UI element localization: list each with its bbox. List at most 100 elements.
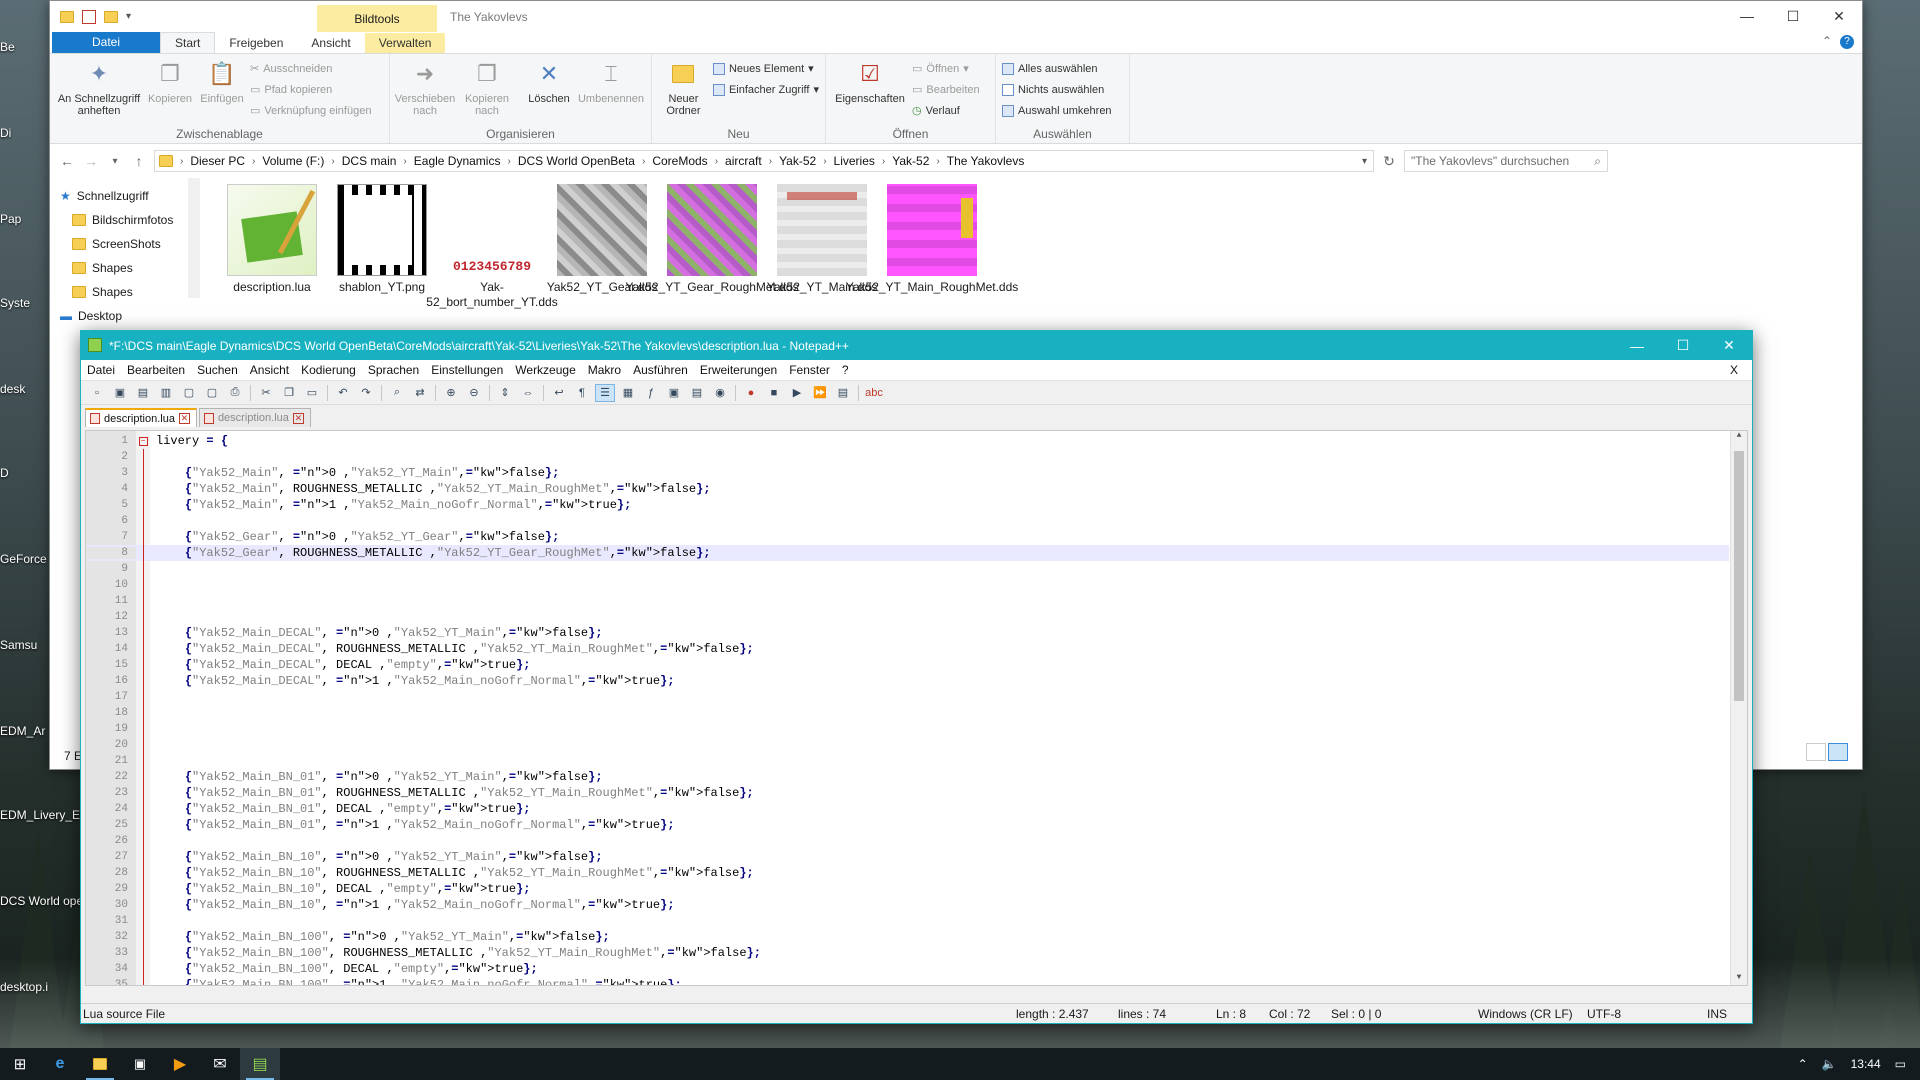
open-button[interactable]: ▭ Öffnen ▾	[912, 60, 980, 77]
notification-icon[interactable]: ▭	[1895, 1057, 1906, 1071]
menu-item[interactable]: Ausführen	[627, 363, 694, 377]
help-icon[interactable]: ?	[1840, 35, 1854, 49]
new-file-icon[interactable]: ▫	[87, 384, 107, 402]
volume-icon[interactable]: 🔈	[1822, 1057, 1837, 1071]
edit-button[interactable]: ▭ Bearbeiten	[912, 81, 980, 98]
fold-marker[interactable]: −	[136, 436, 150, 446]
large-icons-view-icon[interactable]	[1828, 743, 1848, 761]
new-item-button[interactable]: Neues Element ▾	[712, 60, 819, 77]
breadcrumb-chevron-icon[interactable]: ›	[933, 156, 942, 167]
chevron-down-icon[interactable]: ▾	[1362, 156, 1367, 167]
clock[interactable]: 13:44	[1851, 1057, 1881, 1071]
breadcrumb-chevron-icon[interactable]: ›	[712, 156, 721, 167]
copy-icon[interactable]: ❐	[279, 384, 299, 402]
doc-map-icon[interactable]: ▦	[618, 384, 638, 402]
taskbar-store[interactable]: ▣	[120, 1048, 160, 1080]
ribbon-tab[interactable]: Datei	[52, 32, 160, 53]
select-all-button[interactable]: Alles auswählen	[1002, 60, 1112, 77]
close-tab-icon[interactable]: ✕	[178, 413, 190, 424]
menu-item[interactable]: Suchen	[191, 363, 244, 377]
details-view-icon[interactable]	[1806, 743, 1826, 761]
new-folder-icon[interactable]	[104, 10, 118, 23]
scroll-up-icon[interactable]: ▲	[1731, 431, 1747, 443]
up-arrow-icon[interactable]: ↑	[130, 153, 148, 169]
recent-locations-icon[interactable]: ▾	[106, 156, 124, 167]
nav-item[interactable]: ScreenShots	[50, 232, 200, 256]
menu-item[interactable]: Fenster	[783, 363, 836, 377]
close-button[interactable]: ✕	[1706, 331, 1752, 360]
file-item[interactable]: shablon_YT.png	[328, 184, 436, 295]
tray-expand-icon[interactable]: ⌃	[1798, 1057, 1808, 1071]
easy-access-button[interactable]: Einfacher Zugriff ▾	[712, 81, 819, 98]
stop-macro-icon[interactable]: ■	[764, 384, 784, 402]
select-none-button[interactable]: Nichts auswählen	[1002, 81, 1112, 98]
collapse-ribbon-icon[interactable]: ⌃	[1822, 34, 1832, 48]
word-wrap-icon[interactable]: ↩	[549, 384, 569, 402]
ribbon-tab[interactable]: Verwalten	[364, 33, 446, 53]
desktop-icon-label[interactable]: GeForce	[0, 552, 47, 566]
address-bar[interactable]: › Dieser PC › Volume (F:) › DCS main › Eagle Dy…	[154, 150, 1374, 172]
desktop-icon-label[interactable]: Samsu	[0, 638, 37, 652]
menu-item[interactable]: Ansicht	[244, 363, 295, 377]
monitor-icon[interactable]: ◉	[710, 384, 730, 402]
desktop-icon-label[interactable]: desktop.i	[0, 980, 48, 994]
taskbar-mail[interactable]: ✉	[200, 1048, 240, 1080]
minimize-button[interactable]: —	[1614, 331, 1660, 360]
nav-item[interactable]: Shapes	[50, 256, 200, 280]
close-icon[interactable]: ▢	[179, 384, 199, 402]
breadcrumb-chevron-icon[interactable]: ›	[249, 156, 258, 167]
desktop-icon-label[interactable]: EDM_Ar	[0, 724, 45, 738]
refresh-icon[interactable]: ↻	[1380, 153, 1398, 170]
breadcrumb-chevron-icon[interactable]: ›	[504, 156, 513, 167]
ribbon-tab[interactable]: Start	[160, 32, 216, 53]
desktop-icon-label[interactable]: D	[0, 466, 9, 480]
function-list-icon[interactable]: ƒ	[641, 384, 661, 402]
minimize-button[interactable]: —	[1724, 1, 1770, 31]
close-button[interactable]: ✕	[1816, 1, 1862, 31]
search-icon[interactable]: ⌕	[1594, 154, 1601, 169]
breadcrumb-item[interactable]: Yak-52	[775, 154, 820, 168]
nav-item[interactable]: Shapes	[50, 280, 200, 304]
start-button[interactable]: ⊞	[0, 1048, 40, 1080]
save-all-icon[interactable]: ▥	[156, 384, 176, 402]
chevron-down-icon[interactable]: ▾	[126, 11, 131, 22]
scrollbar-thumb[interactable]	[1734, 451, 1744, 701]
close-all-icon[interactable]: ▢	[202, 384, 222, 402]
close-tab-icon[interactable]: ✕	[292, 412, 304, 424]
breadcrumb-item[interactable]: Dieser PC	[186, 154, 249, 168]
show-all-chars-icon[interactable]: ¶	[572, 384, 592, 402]
properties-icon[interactable]	[82, 9, 96, 24]
file-item[interactable]: Yak52_YT_Gear.dds	[547, 184, 657, 295]
taskbar-media[interactable]: ▶	[160, 1048, 200, 1080]
code-editor[interactable]: 1− livery = {2 3 {"Yak52_Main", ="n">0 ,"Y…	[85, 430, 1748, 986]
print-icon[interactable]: ⎙	[225, 384, 245, 402]
desktop-icon-label[interactable]: desk	[0, 382, 25, 396]
breadcrumb-item[interactable]: CoreMods	[648, 154, 711, 168]
menu-item[interactable]: Sprachen	[362, 363, 425, 377]
document-tab[interactable]: description.lua ✕	[85, 408, 197, 427]
breadcrumb-item[interactable]: The Yakovlevs	[943, 154, 1029, 168]
taskbar-explorer[interactable]	[80, 1048, 120, 1080]
spell-check-icon[interactable]: abc	[864, 384, 884, 402]
save-icon[interactable]: ▤	[133, 384, 153, 402]
menu-item[interactable]: Erweiterungen	[694, 363, 783, 377]
scrollbar[interactable]	[188, 178, 200, 298]
breadcrumb-item[interactable]: aircraft	[721, 154, 766, 168]
desktop-icon-label[interactable]: Syste	[0, 296, 30, 310]
menu-item[interactable]: Makro	[582, 363, 627, 377]
desktop-icon-label[interactable]: EDM_Livery_E	[0, 808, 80, 822]
taskbar-edge[interactable]: e	[40, 1048, 80, 1080]
menu-item[interactable]: Kodierung	[295, 363, 362, 377]
record-macro-icon[interactable]: ●	[741, 384, 761, 402]
replace-icon[interactable]: ⇄	[410, 384, 430, 402]
run-macro-multi-icon[interactable]: ⏩	[810, 384, 830, 402]
file-item[interactable]: Yak52_YT_Gear_RoughMet.dds	[625, 184, 799, 295]
nav-item[interactable]: ★ Schnellzugriff	[50, 184, 200, 208]
breadcrumb-chevron-icon[interactable]: ›	[879, 156, 888, 167]
ribbon-tab[interactable]: Ansicht	[297, 33, 364, 53]
save-macro-icon[interactable]: ▤	[833, 384, 853, 402]
menu-item[interactable]: Werkzeuge	[509, 363, 581, 377]
doc-list-icon[interactable]: ▤	[687, 384, 707, 402]
breadcrumb-item[interactable]: Liveries	[830, 154, 879, 168]
undo-icon[interactable]: ↶	[333, 384, 353, 402]
